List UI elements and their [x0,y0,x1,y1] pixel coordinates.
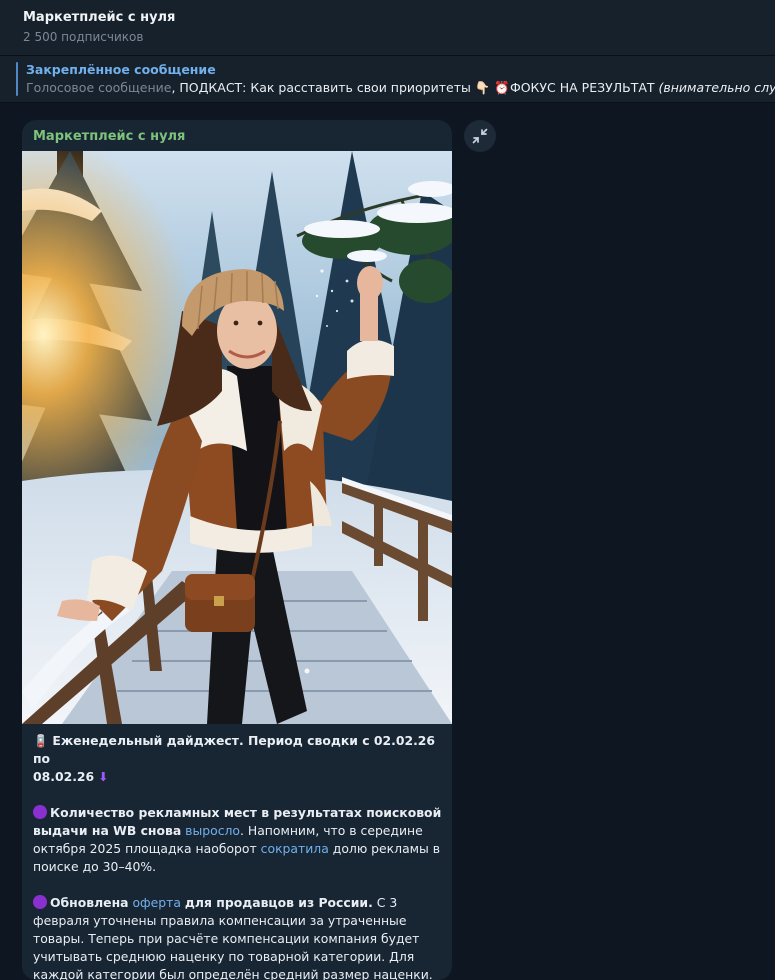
pinned-italic-text: (внимательно слушаем, [659,80,775,95]
link-oferta[interactable]: оферта [132,895,180,910]
post-photo[interactable] [22,151,452,724]
post-text: 🪫 Еженедельный дайджест. Период сводки с… [33,732,445,980]
digest-heading: 🪫 Еженедельный дайджест. Период сводки с… [33,732,445,786]
pinned-main-text: ПОДКАСТ: Как расставить свои приоритеты … [179,80,658,95]
pinned-label: Закреплённое сообщение [26,62,216,77]
link-sokratila[interactable]: сократила [261,841,329,856]
pinned-text: Голосовое сообщение, ПОДКАСТ: Как расста… [26,80,775,96]
pinned-accent-bar [16,62,18,96]
arrow-down-icon: ⬇ [98,769,108,784]
digest-item-2: Обновлена оферта для продавцов из России… [33,894,445,980]
collapse-arrows-icon [472,128,488,144]
digest-line-2: 08.02.26 [33,769,94,784]
chat-header[interactable]: Маркетплейс с нуля 2 500 подписчиков [0,0,775,56]
pinned-message-bar[interactable]: Закреплённое сообщение Голосовое сообщен… [0,56,775,103]
digest-line-1: Еженедельный дайджест. Период сводки с 0… [33,733,435,766]
purple-circle-icon [33,895,47,909]
message-bubble[interactable]: Маркетплейс с нуля [22,120,452,980]
item-2-bold-a: Обновлена [50,895,129,910]
pinned-prefix: Голосовое сообщение [26,80,171,95]
link-vyroslo[interactable]: выросло [185,823,240,838]
message-author[interactable]: Маркетплейс с нуля [33,129,185,144]
channel-title: Маркетплейс с нуля [23,10,175,25]
item-2-bold-b: для продавцов из России. [185,895,373,910]
collapse-media-button[interactable] [464,120,496,152]
battery-icon: 🪫 [33,733,48,748]
subscriber-count: 2 500 подписчиков [23,30,143,44]
digest-item-1: Количество рекламных мест в результатах … [33,804,445,876]
purple-circle-icon [33,805,47,819]
